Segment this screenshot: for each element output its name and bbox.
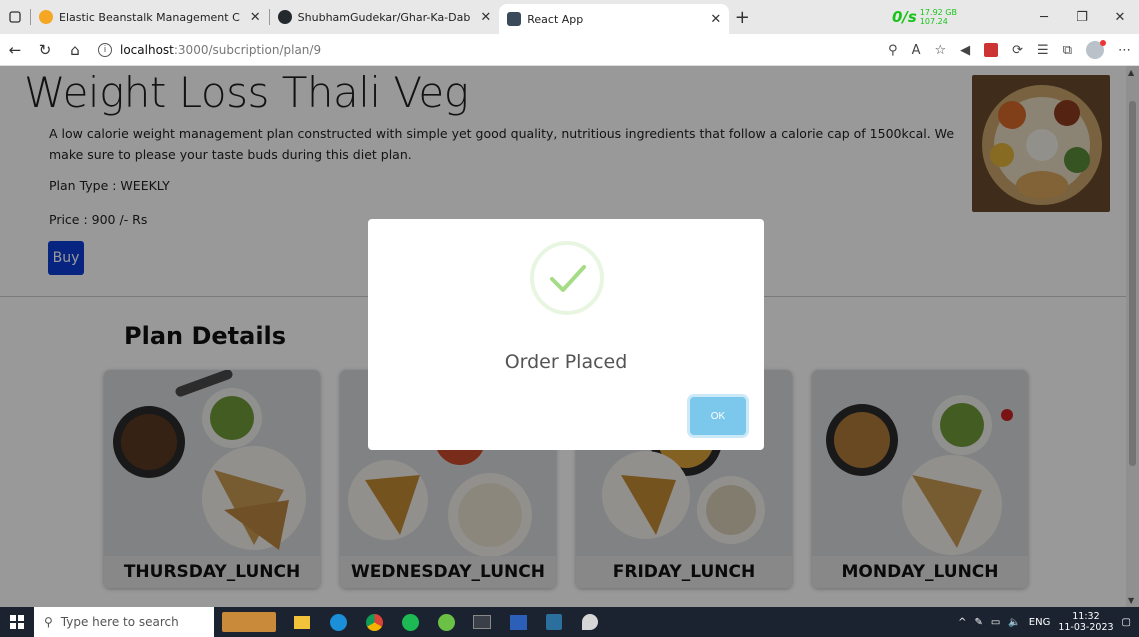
terminal-shape bbox=[473, 615, 491, 629]
success-icon bbox=[530, 241, 604, 315]
chrome-icon[interactable] bbox=[356, 607, 392, 637]
url-text: localhost:3000/subcription/plan/9 bbox=[120, 43, 321, 57]
refresh-icon[interactable]: ↻ bbox=[30, 41, 60, 59]
github-icon bbox=[277, 10, 292, 24]
battery-icon[interactable]: ▭ bbox=[991, 617, 1000, 628]
system-tray: ^ ✎ ▭ 🔈 ENG 11:32 11-03-2023 ▢ bbox=[958, 607, 1139, 637]
net-stat-line: 17.92 GB bbox=[919, 8, 957, 17]
close-icon[interactable]: ✕ bbox=[250, 10, 261, 25]
read-aloud-icon[interactable]: A bbox=[912, 43, 921, 58]
favorites-icon[interactable]: ☰ bbox=[1037, 43, 1049, 58]
widget-thumbnail bbox=[222, 612, 276, 632]
clock-date: 11-03-2023 bbox=[1058, 622, 1114, 633]
info-icon[interactable]: i bbox=[98, 42, 112, 57]
language-indicator[interactable]: ENG bbox=[1029, 617, 1051, 628]
address-bar-row: ← ↻ ⌂ i localhost:3000/subcription/plan/… bbox=[0, 34, 1139, 66]
new-tab-button[interactable]: + bbox=[729, 7, 755, 28]
clock[interactable]: 11:32 11-03-2023 bbox=[1058, 611, 1113, 633]
checkmark-icon bbox=[550, 265, 586, 292]
ok-button[interactable]: OK bbox=[690, 397, 746, 435]
app-shape bbox=[437, 613, 455, 631]
search-placeholder: Type here to search bbox=[60, 615, 179, 629]
spotify-shape bbox=[401, 613, 419, 631]
more-icon[interactable]: ⋯ bbox=[1118, 43, 1131, 58]
close-icon[interactable]: ✕ bbox=[480, 10, 491, 25]
clock-time: 11:32 bbox=[1072, 611, 1100, 622]
net-stats: 17.92 GB 107.24 bbox=[920, 8, 957, 26]
url-field[interactable]: i localhost:3000/subcription/plan/9 bbox=[98, 38, 728, 62]
folder-shape bbox=[294, 615, 310, 629]
favorite-icon[interactable]: ☆ bbox=[934, 43, 946, 58]
net-stat-line: 107.24 bbox=[919, 17, 948, 26]
order-placed-dialog: Order Placed OK bbox=[368, 219, 764, 450]
url-host: localhost bbox=[120, 42, 174, 57]
browser-toolbar: ⚲ A ☆ ◀ ⟳ ☰ ⧉ ⋯ bbox=[888, 34, 1131, 66]
app-icon[interactable] bbox=[428, 607, 464, 637]
tab-actions-icon[interactable] bbox=[0, 0, 30, 34]
network-monitor: 0/s 17.92 GB 107.24 bbox=[892, 3, 957, 31]
snip-shape bbox=[546, 614, 562, 630]
tray-chevron-icon[interactable]: ^ bbox=[958, 617, 966, 628]
terminal-icon[interactable] bbox=[464, 607, 500, 637]
tab-actions-icon-svg bbox=[9, 11, 21, 23]
spotify-icon[interactable] bbox=[392, 607, 428, 637]
snipping-tool-icon[interactable] bbox=[536, 607, 572, 637]
net-speed: 0/s bbox=[892, 8, 917, 26]
browser-tab-bar: Elastic Beanstalk Management C ✕ Shubham… bbox=[0, 0, 1139, 34]
aws-icon bbox=[39, 10, 53, 24]
screen: Elastic Beanstalk Management C ✕ Shubham… bbox=[0, 0, 1139, 637]
home-icon[interactable]: ⌂ bbox=[60, 41, 90, 59]
dialog-title: Order Placed bbox=[504, 351, 628, 373]
tab-elastic-beanstalk[interactable]: Elastic Beanstalk Management C ✕ bbox=[31, 0, 269, 34]
file-explorer-icon[interactable] bbox=[284, 607, 320, 637]
tab-github[interactable]: ShubhamGudekar/Ghar-Ka-Dab ✕ bbox=[270, 0, 500, 34]
url-path: :3000/subcription/plan/9 bbox=[173, 42, 322, 57]
tab-title: React App bbox=[527, 12, 584, 26]
windows-logo bbox=[10, 615, 24, 629]
collections-icon[interactable]: ⧉ bbox=[1063, 43, 1072, 58]
search-icon: ⚲ bbox=[44, 615, 53, 629]
news-widget-icon[interactable] bbox=[214, 607, 284, 637]
windows-start-icon[interactable] bbox=[0, 607, 34, 637]
word-icon[interactable] bbox=[500, 607, 536, 637]
tab-title: ShubhamGudekar/Ghar-Ka-Dab bbox=[297, 10, 471, 24]
close-icon[interactable]: ✕ bbox=[710, 12, 721, 27]
windows-taskbar: ⚲ Type here to search ^ ✎ ▭ 🔈 ENG 11:32 … bbox=[0, 607, 1139, 637]
extension-icon[interactable] bbox=[984, 43, 999, 57]
volume-icon[interactable]: 🔈 bbox=[1008, 617, 1020, 628]
tab-title: Elastic Beanstalk Management C bbox=[59, 10, 240, 24]
paint-icon[interactable] bbox=[572, 607, 608, 637]
restore-button[interactable]: ❐ bbox=[1063, 0, 1101, 34]
taskbar-search[interactable]: ⚲ Type here to search bbox=[34, 607, 214, 637]
word-shape bbox=[509, 614, 527, 630]
window-controls: ─ ❐ ✕ bbox=[1025, 0, 1139, 34]
search-icon[interactable]: ⚲ bbox=[888, 43, 898, 58]
pen-icon[interactable]: ✎ bbox=[974, 617, 982, 628]
profile-avatar[interactable] bbox=[1086, 40, 1106, 59]
extension-icon[interactable]: ◀ bbox=[960, 43, 970, 58]
notifications-icon[interactable]: ▢ bbox=[1122, 617, 1131, 628]
minimize-button[interactable]: ─ bbox=[1025, 0, 1063, 34]
extensions-icon[interactable]: ⟳ bbox=[1012, 43, 1023, 58]
react-icon bbox=[507, 12, 522, 26]
close-window-button[interactable]: ✕ bbox=[1101, 0, 1139, 34]
edge-shape bbox=[329, 613, 347, 631]
back-icon[interactable]: ← bbox=[0, 41, 30, 59]
chrome-shape bbox=[365, 613, 383, 631]
tab-react-app[interactable]: React App ✕ bbox=[499, 4, 730, 34]
edge-icon[interactable] bbox=[320, 607, 356, 637]
paint-shape bbox=[582, 614, 598, 630]
